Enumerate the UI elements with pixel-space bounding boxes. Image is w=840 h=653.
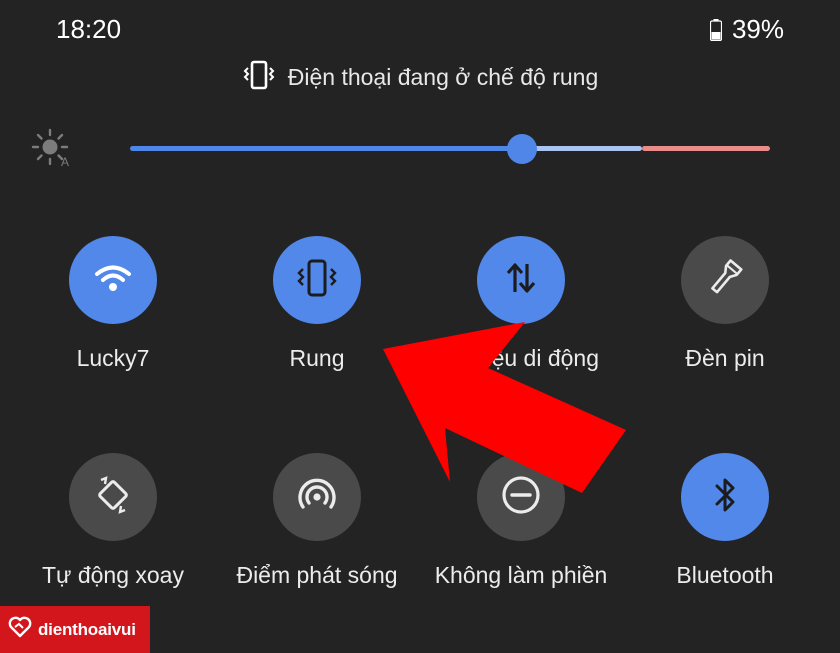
svg-text:A: A	[61, 155, 69, 168]
brightness-slider[interactable]	[130, 133, 770, 165]
tile-vibrate[interactable]: Rung	[222, 236, 412, 373]
tile-mobile-data-button[interactable]	[477, 236, 565, 324]
brightness-slider-track	[522, 146, 642, 151]
tile-wifi[interactable]: Lucky7	[18, 236, 208, 373]
tile-flashlight-label: Đèn pin	[685, 345, 765, 371]
vibrate-icon	[295, 258, 339, 303]
tile-wifi-button[interactable]	[69, 236, 157, 324]
hotspot-icon	[295, 473, 339, 522]
flashlight-icon	[705, 258, 745, 303]
battery-icon	[709, 18, 723, 41]
tile-do-not-disturb-label: Không làm phiền	[434, 562, 608, 588]
tile-flashlight-button[interactable]	[681, 236, 769, 324]
tile-wifi-label: Lucky7	[76, 345, 150, 371]
do-not-disturb-icon	[499, 473, 543, 522]
tile-mobile-data-label: Dữ liệu di động	[442, 345, 600, 371]
auto-rotate-icon	[92, 474, 134, 521]
mobile-data-icon	[503, 260, 539, 301]
wifi-icon	[93, 262, 133, 299]
tile-do-not-disturb[interactable]: Không làm phiền	[426, 453, 616, 590]
tile-do-not-disturb-button[interactable]	[477, 453, 565, 541]
tile-vibrate-button[interactable]	[273, 236, 361, 324]
battery-status: 39%	[709, 14, 784, 45]
tile-mobile-data[interactable]: Dữ liệu di động	[426, 236, 616, 373]
tile-auto-rotate[interactable]: Tự động xoay	[18, 453, 208, 590]
tile-bluetooth-label: Bluetooth	[676, 562, 774, 588]
brightness-slider-high-zone	[642, 146, 770, 151]
status-time: 18:20	[56, 14, 122, 44]
auto-brightness-icon[interactable]: A	[30, 128, 76, 169]
ringer-mode-text: Điện thoại đang ở chế độ rung	[287, 64, 599, 90]
watermark-text: dienthoaivui	[38, 619, 136, 639]
tile-flashlight[interactable]: Đèn pin	[630, 236, 820, 373]
tile-bluetooth-button[interactable]	[681, 453, 769, 541]
tile-bluetooth[interactable]: Bluetooth	[630, 453, 820, 590]
watermark-logo: dienthoaivui	[0, 606, 150, 653]
quick-settings-panel: 18:20 39% Điện thoại đang ở chế độ rung	[0, 0, 840, 653]
bluetooth-icon	[710, 475, 740, 520]
tile-hotspot-button[interactable]	[273, 453, 361, 541]
tile-hotspot-label: Điểm phát sóng	[236, 562, 398, 588]
brightness-slider-filled	[130, 146, 522, 151]
tile-vibrate-label: Rung	[289, 345, 345, 371]
tile-auto-rotate-label: Tự động xoay	[42, 562, 184, 588]
tile-auto-rotate-button[interactable]	[69, 453, 157, 541]
tile-hotspot[interactable]: Điểm phát sóng	[222, 453, 412, 590]
vibrate-icon	[242, 60, 276, 95]
brightness-slider-thumb[interactable]	[507, 134, 537, 164]
handshake-heart-icon	[8, 616, 32, 643]
ringer-mode-info[interactable]: Điện thoại đang ở chế độ rung	[0, 60, 840, 95]
battery-percent: 39%	[731, 14, 784, 44]
